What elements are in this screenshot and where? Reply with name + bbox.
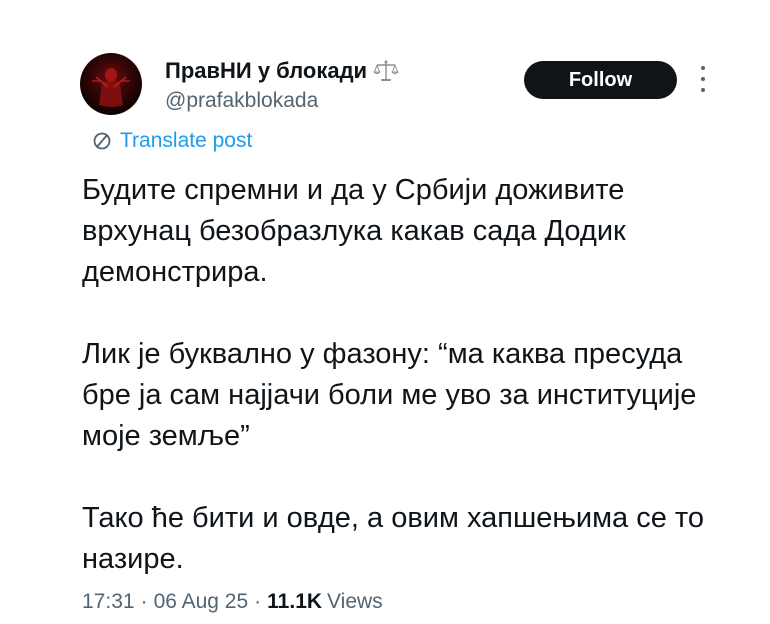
translate-post-label[interactable]: Translate post	[120, 129, 252, 153]
tweet-date[interactable]: 06 Aug 25	[154, 590, 249, 614]
author-display-name[interactable]: ПравНИ у блокади	[165, 58, 367, 84]
views-label: Views	[327, 590, 383, 613]
tweet-text: Будите спремни и да у Србији доживите вр…	[82, 170, 722, 580]
author-name-row[interactable]: ПравНИ у блокади	[165, 58, 399, 84]
translate-post-link[interactable]: Translate post	[92, 129, 252, 153]
author-handle[interactable]: @prafakblokada	[165, 89, 318, 113]
follow-button[interactable]: Follow	[524, 61, 677, 99]
tweet-paragraph: Будите спремни и да у Србији доживите вр…	[82, 174, 626, 288]
tweet-time[interactable]: 17:31	[82, 590, 135, 614]
views-count[interactable]: 11.1K	[267, 590, 322, 614]
more-vertical-icon[interactable]	[697, 66, 709, 92]
meta-separator: ·	[140, 590, 148, 613]
scales-icon	[373, 59, 399, 83]
tweet-paragraph: Лик је буквално у фазону: “ма каква прес…	[82, 338, 697, 452]
meta-separator: ·	[254, 590, 262, 613]
translate-icon	[93, 132, 111, 150]
avatar[interactable]	[80, 53, 142, 115]
avatar-image	[92, 68, 130, 107]
tweet-paragraph: Тако ће бити и овде, а овим хапшењима се…	[82, 502, 704, 575]
tweet-meta: 17:31 · 06 Aug 25 · 11.1K Views	[82, 590, 383, 614]
